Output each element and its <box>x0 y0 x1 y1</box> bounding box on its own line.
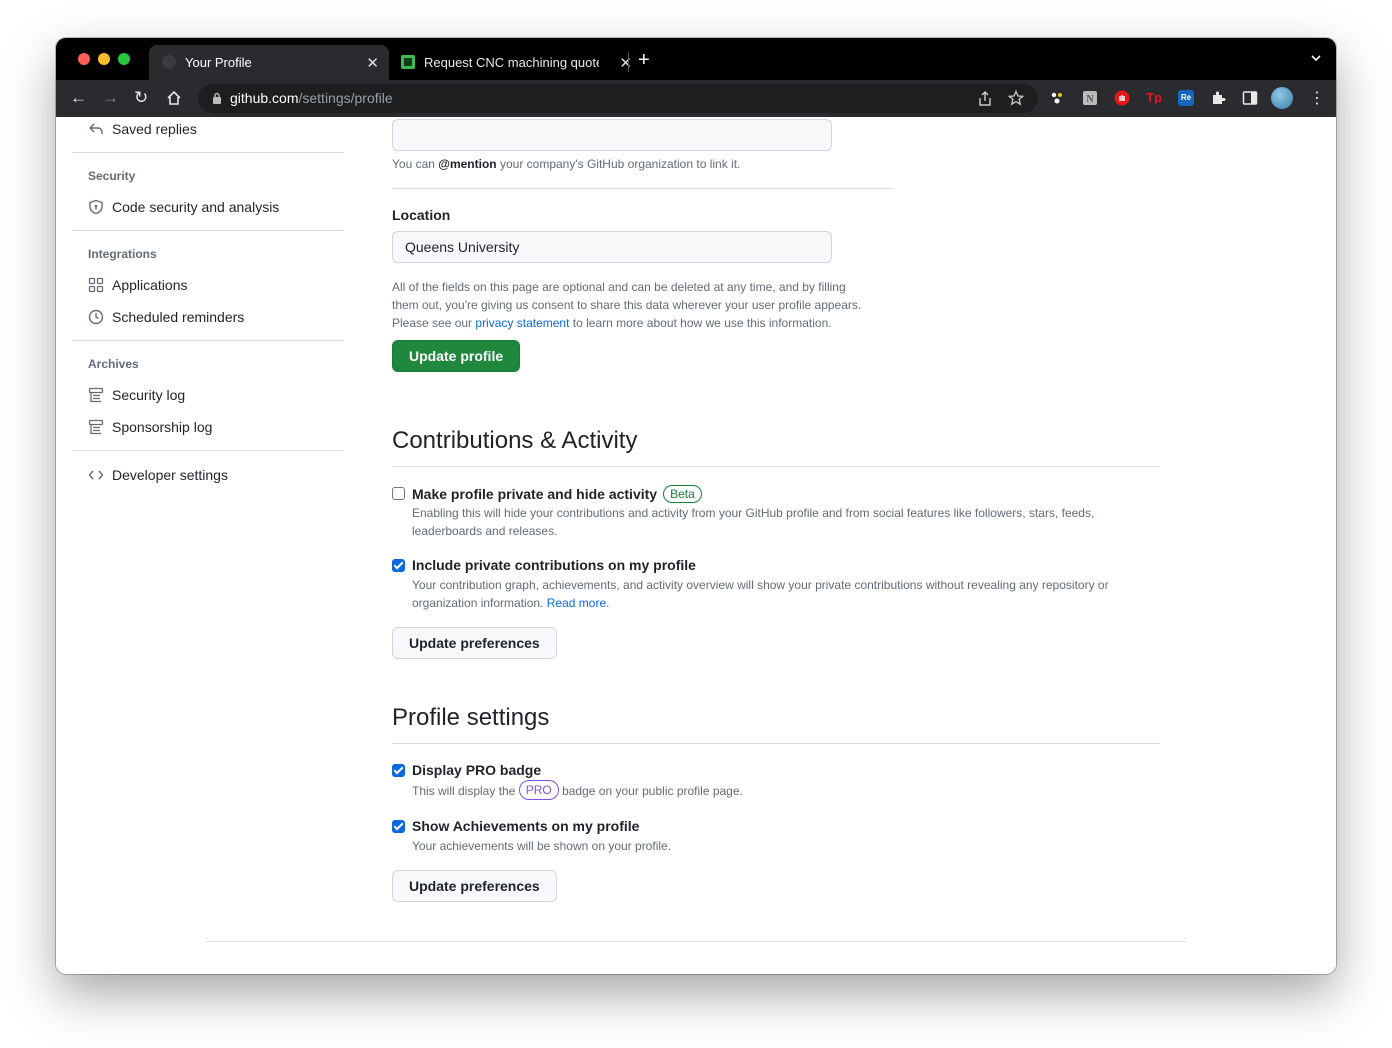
tab-divider <box>628 52 629 72</box>
sidebar-divider <box>72 230 344 231</box>
location-label: Location <box>392 207 451 223</box>
sidebar-item-label: Code security and analysis <box>112 199 280 215</box>
address-bar[interactable]: github.com/settings/profile <box>198 84 1038 113</box>
form-divider <box>392 188 894 189</box>
minimize-window-button[interactable] <box>98 53 110 65</box>
profile-avatar[interactable] <box>1271 87 1293 109</box>
sidebar-divider <box>72 152 344 153</box>
sidebar-item-label: Applications <box>112 277 188 293</box>
sidebar-heading-integrations: Integrations <box>88 247 157 261</box>
home-icon[interactable] <box>166 90 182 106</box>
footer-divider <box>206 941 1186 942</box>
browser-menu-button[interactable]: ⋮ <box>1309 88 1325 108</box>
clock-icon <box>88 309 104 325</box>
tab-close-icon[interactable]: ✕ <box>619 54 632 72</box>
back-button[interactable]: ← <box>70 88 87 108</box>
read-more-link[interactable]: Read more <box>547 596 606 610</box>
sidebar-item-label: Saved replies <box>112 121 197 137</box>
bookmark-star-icon[interactable] <box>1008 90 1024 106</box>
browser-window: Your Profile ✕ Request CNC machining quo… <box>56 38 1336 974</box>
beta-badge: Beta <box>663 485 702 503</box>
tab-your-profile[interactable]: Your Profile ✕ <box>149 45 389 80</box>
sidebar-item-scheduled-reminders[interactable]: Scheduled reminders <box>72 301 344 333</box>
new-tab-button[interactable]: + <box>638 49 650 72</box>
include-private-checkbox[interactable] <box>392 559 405 572</box>
browser-toolbar: ← → ↻ github.com/settings/profile N Tp R… <box>56 80 1336 117</box>
puzzle-icon[interactable] <box>1210 90 1226 106</box>
tab-title: Your Profile <box>185 55 252 70</box>
achievements-title: Show Achievements on my profile <box>412 818 640 834</box>
sidebar-item-sponsorship-log[interactable]: Sponsorship log <box>72 411 344 443</box>
tab-bar: Your Profile ✕ Request CNC machining quo… <box>56 38 1336 80</box>
share-icon[interactable] <box>978 91 992 107</box>
achievements-checkbox[interactable] <box>392 820 405 833</box>
close-window-button[interactable] <box>78 53 90 65</box>
update-profile-button[interactable]: Update profile <box>392 340 521 372</box>
private-profile-description: Enabling this will hide your contributio… <box>412 506 1095 538</box>
section-divider <box>392 466 1160 467</box>
pro-badge: PRO <box>518 780 559 800</box>
apps-grid-icon <box>88 277 104 293</box>
github-favicon-icon <box>162 55 176 69</box>
sidebar-item-code-security[interactable]: Code security and analysis <box>72 191 344 223</box>
zoom-window-button[interactable] <box>118 53 130 65</box>
grammar-extension-icon[interactable] <box>1049 90 1065 106</box>
include-private-description: Your contribution graph, achievements, a… <box>412 578 1109 610</box>
reload-button[interactable]: ↻ <box>134 88 148 108</box>
privacy-statement-link[interactable]: privacy statement <box>475 316 569 330</box>
sidebar-item-security-log[interactable]: Security log <box>72 379 344 411</box>
sidebar-heading-security: Security <box>88 169 136 183</box>
achievements-description: Your achievements will be shown on your … <box>412 839 672 853</box>
tab-cnc-quote[interactable]: Request CNC machining quote ✕ <box>396 45 632 80</box>
company-note: You can @mention your company's GitHub o… <box>392 157 741 171</box>
forward-button[interactable]: → <box>102 88 119 108</box>
company-input[interactable] <box>392 119 832 151</box>
sidepanel-icon[interactable] <box>1242 90 1258 106</box>
profile-settings-heading: Profile settings <box>392 704 550 731</box>
notion-extension-icon[interactable]: N <box>1082 90 1098 106</box>
tab-close-icon[interactable]: ✕ <box>366 54 379 72</box>
sidebar-divider <box>72 450 344 451</box>
include-private-title: Include private contributions on my prof… <box>412 557 696 573</box>
adblock-extension-icon[interactable] <box>1114 90 1130 106</box>
tab-search-chevron-icon[interactable] <box>1310 52 1322 64</box>
reply-icon <box>89 123 103 134</box>
sidebar-item-label: Sponsorship log <box>112 419 213 435</box>
code-icon <box>88 470 104 480</box>
pro-badge-title: Display PRO badge <box>412 762 542 778</box>
log-icon <box>88 419 104 435</box>
update-preferences-button[interactable]: Update preferences <box>392 627 557 659</box>
cnc-favicon-icon <box>401 55 415 69</box>
contributions-heading: Contributions & Activity <box>392 427 638 454</box>
sidebar-item-label: Security log <box>112 387 186 403</box>
sidebar-item-saved-replies[interactable]: Saved replies <box>72 117 344 145</box>
sidebar-divider <box>72 340 344 341</box>
re-extension-icon[interactable]: Re <box>1178 90 1194 106</box>
svg-text:N: N <box>1086 94 1094 105</box>
log-icon <box>88 387 104 403</box>
url-text[interactable]: github.com/settings/profile <box>230 90 393 106</box>
private-profile-option: Make profile private and hide activity Be… <box>412 485 702 503</box>
pro-badge-description: This will display the PRO badge on your … <box>412 780 743 800</box>
privacy-disclaimer: All of the fields on this page are optio… <box>392 280 862 330</box>
tab-title: Request CNC machining quote <box>424 55 599 70</box>
tp-extension-icon[interactable]: Tp <box>1146 90 1162 106</box>
sidebar-item-label: Scheduled reminders <box>112 309 245 325</box>
shield-icon <box>89 199 103 215</box>
location-input[interactable] <box>392 231 832 263</box>
lock-icon[interactable] <box>212 92 222 104</box>
sidebar-item-developer-settings[interactable]: Developer settings <box>72 459 344 491</box>
private-profile-checkbox[interactable] <box>392 487 405 500</box>
pro-badge-checkbox[interactable] <box>392 764 405 777</box>
section-divider <box>392 743 1160 744</box>
sidebar-item-label: Developer settings <box>112 467 228 483</box>
page-content: Saved replies Security Code security and… <box>56 117 1336 974</box>
update-preferences-button[interactable]: Update preferences <box>392 870 557 902</box>
sidebar-heading-archives: Archives <box>88 357 139 371</box>
sidebar-item-applications[interactable]: Applications <box>72 269 344 301</box>
